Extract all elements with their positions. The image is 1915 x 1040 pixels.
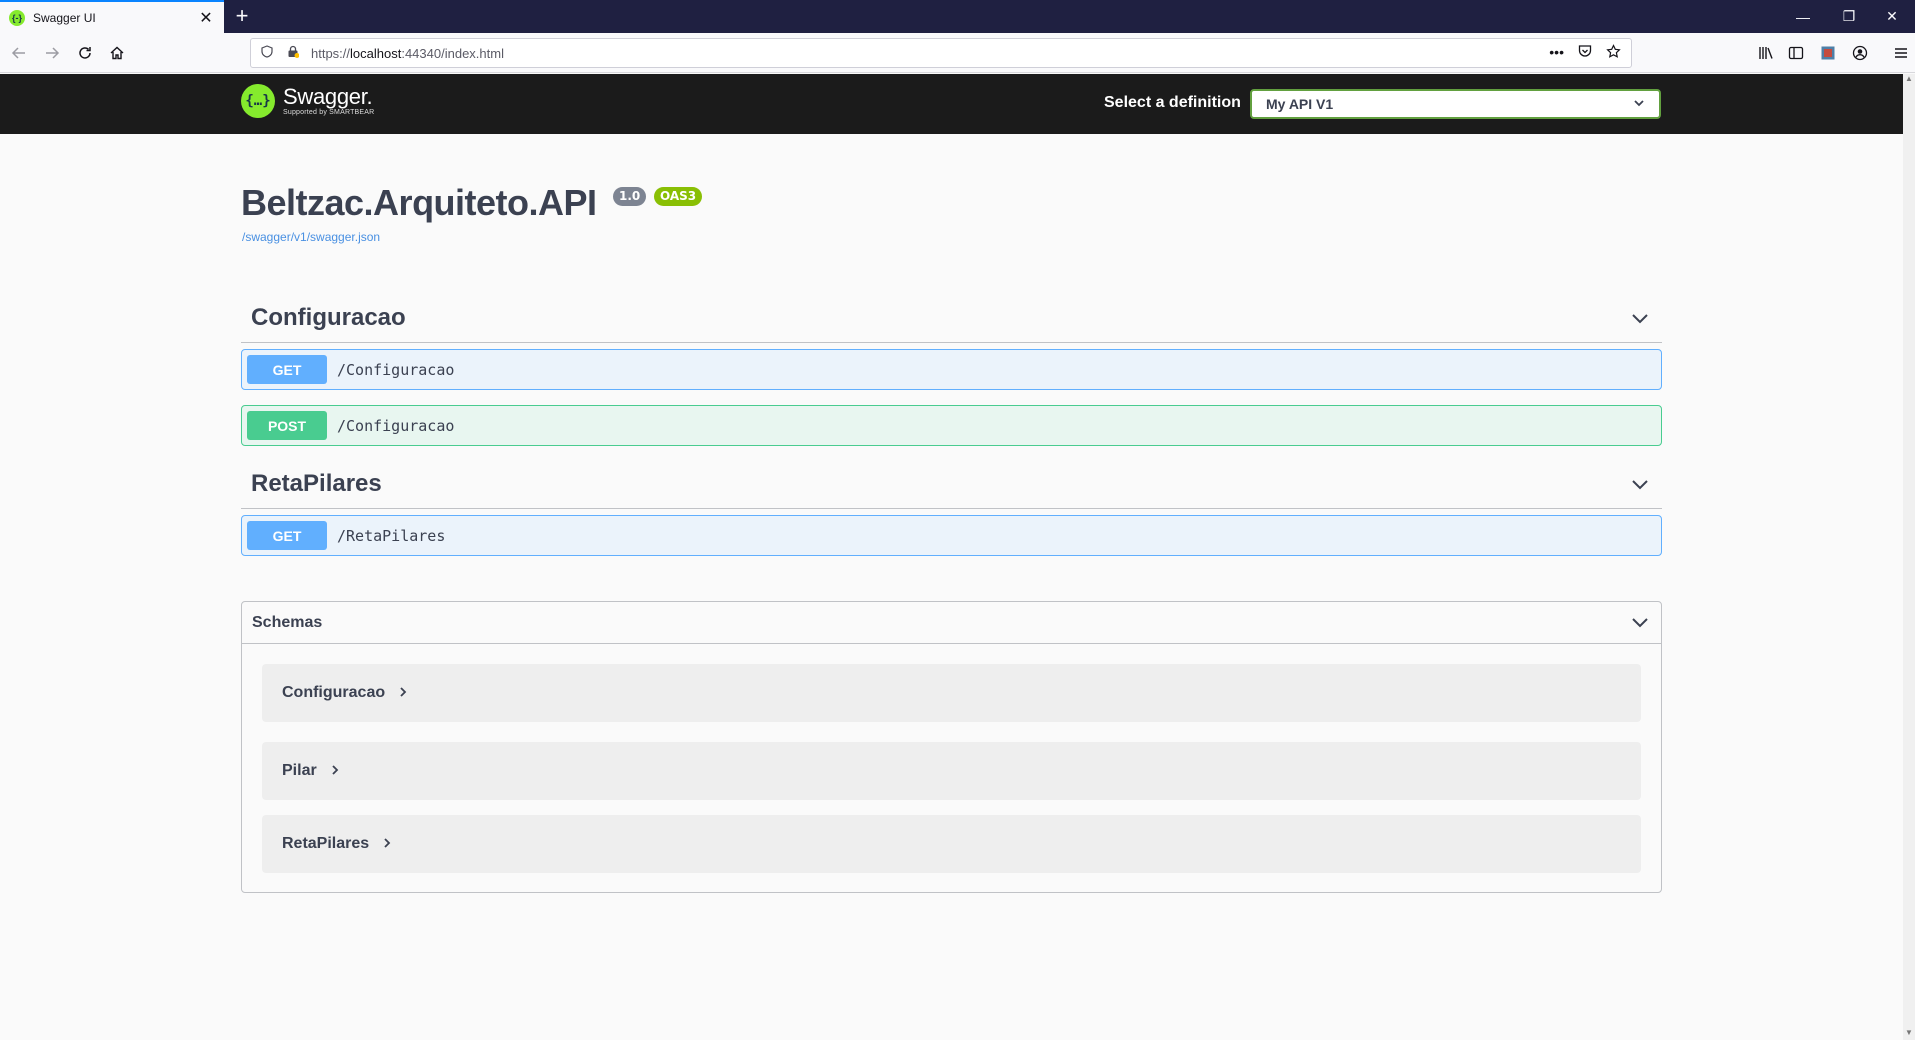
reload-icon[interactable] — [71, 39, 99, 67]
close-window-button[interactable]: ✕ — [1869, 0, 1915, 33]
tab-title: Swagger UI — [33, 10, 96, 25]
oas-badge: OAS3 — [654, 187, 703, 206]
tag-section-retapilares: RetaPilares GET /RetaPilares — [241, 460, 1662, 556]
swagger-logo[interactable]: {…} Swagger. Supported by SMARTBEAR — [241, 84, 374, 118]
bookmark-star-icon[interactable] — [1606, 44, 1621, 62]
tag-header[interactable]: Configuracao — [241, 294, 1662, 343]
home-icon[interactable] — [103, 39, 131, 67]
new-tab-button[interactable]: + — [228, 3, 256, 31]
url-prefix: https:// — [311, 45, 351, 61]
hamburger-menu-icon[interactable] — [1887, 39, 1915, 67]
browser-tab[interactable]: {-} Swagger UI ✕ — [0, 0, 224, 33]
model-name: Pilar — [282, 762, 317, 779]
method-badge: POST — [247, 411, 327, 440]
pocket-icon[interactable] — [1578, 44, 1592, 62]
logo-subtitle: Supported by SMARTBEAR — [283, 109, 375, 116]
chevron-down-icon[interactable] — [1631, 612, 1649, 633]
forward-arrow-icon[interactable] — [38, 39, 66, 67]
schema-model-retapilares[interactable]: RetaPilares — [262, 815, 1641, 873]
url-bar[interactable]: https://localhost:44340/index.html ••• — [250, 38, 1632, 68]
scroll-up-arrow-icon[interactable]: ▲ — [1903, 74, 1915, 86]
swagger-topbar: {…} Swagger. Supported by SMARTBEAR Sele… — [0, 74, 1903, 134]
chevron-down-icon — [1633, 97, 1645, 112]
model-name: RetaPilares — [282, 835, 370, 852]
definition-selected-value: My API V1 — [1266, 96, 1334, 112]
url-host: localhost — [350, 45, 402, 61]
lock-icon[interactable] — [287, 45, 303, 61]
operation-get-retapilares[interactable]: GET /RetaPilares — [241, 515, 1662, 556]
method-badge: GET — [247, 355, 327, 384]
spec-url-link[interactable]: /swagger/v1/swagger.json — [242, 230, 380, 244]
tracking-protection-shield-icon[interactable] — [261, 45, 277, 61]
page-actions-menu-icon[interactable]: ••• — [1549, 44, 1564, 62]
back-arrow-icon[interactable] — [5, 39, 33, 67]
schema-model-configuracao[interactable]: Configuracao — [262, 664, 1641, 722]
browser-navigation-bar: https://localhost:44340/index.html ••• — [0, 33, 1915, 73]
chevron-down-icon[interactable] — [1628, 474, 1652, 495]
library-icon[interactable] — [1752, 39, 1780, 67]
browser-tab-strip: {-} Swagger UI ✕ + — ❐ ✕ — [0, 0, 1915, 33]
swagger-logo-icon: {…} — [241, 84, 275, 118]
chevron-down-icon[interactable] — [1628, 308, 1652, 329]
api-title: Beltzac.Arquiteto.API — [241, 182, 597, 223]
tag-name: Configuracao — [251, 304, 406, 331]
close-tab-icon[interactable]: ✕ — [194, 6, 218, 30]
account-icon[interactable] — [1846, 39, 1874, 67]
swagger-favicon-icon: {-} — [9, 9, 25, 26]
page-scrollbar[interactable]: ▲ ▼ — [1903, 74, 1915, 1040]
schema-model-pilar[interactable]: Pilar — [262, 742, 1641, 800]
schemas-section: Schemas Configuracao Pilar RetaPilares — [241, 601, 1662, 893]
chevron-right-icon[interactable] — [383, 836, 391, 852]
tag-header[interactable]: RetaPilares — [241, 460, 1662, 509]
version-badge: 1.0 — [613, 187, 647, 206]
schemas-header[interactable]: Schemas — [242, 602, 1661, 644]
logo-name: Swagger. — [283, 84, 373, 109]
tag-name: RetaPilares — [251, 470, 382, 497]
operation-path: /RetaPilares — [337, 526, 446, 545]
schemas-title: Schemas — [252, 613, 323, 631]
minimize-window-button[interactable]: — — [1780, 0, 1826, 33]
sidebar-toggle-icon[interactable] — [1782, 39, 1810, 67]
model-name: Configuracao — [282, 684, 386, 701]
extension-icon[interactable] — [1814, 39, 1842, 67]
operation-path: /Configuracao — [337, 360, 455, 379]
operation-post-configuracao[interactable]: POST /Configuracao — [241, 405, 1662, 446]
url-rest: :44340/index.html — [401, 45, 504, 61]
definition-label: Select a definition — [1104, 94, 1241, 111]
operation-path: /Configuracao — [337, 416, 455, 435]
restore-window-button[interactable]: ❐ — [1826, 0, 1872, 33]
scroll-down-arrow-icon[interactable]: ▼ — [1903, 1028, 1915, 1040]
definition-select[interactable]: My API V1 — [1250, 89, 1661, 119]
url-text: https://localhost:44340/index.html — [311, 46, 1549, 61]
method-badge: GET — [247, 521, 327, 550]
tag-section-configuracao: Configuracao GET /Configuracao POST /Con… — [241, 294, 1662, 446]
chevron-right-icon[interactable] — [331, 763, 339, 779]
chevron-right-icon[interactable] — [399, 685, 407, 701]
operation-get-configuracao[interactable]: GET /Configuracao — [241, 349, 1662, 390]
